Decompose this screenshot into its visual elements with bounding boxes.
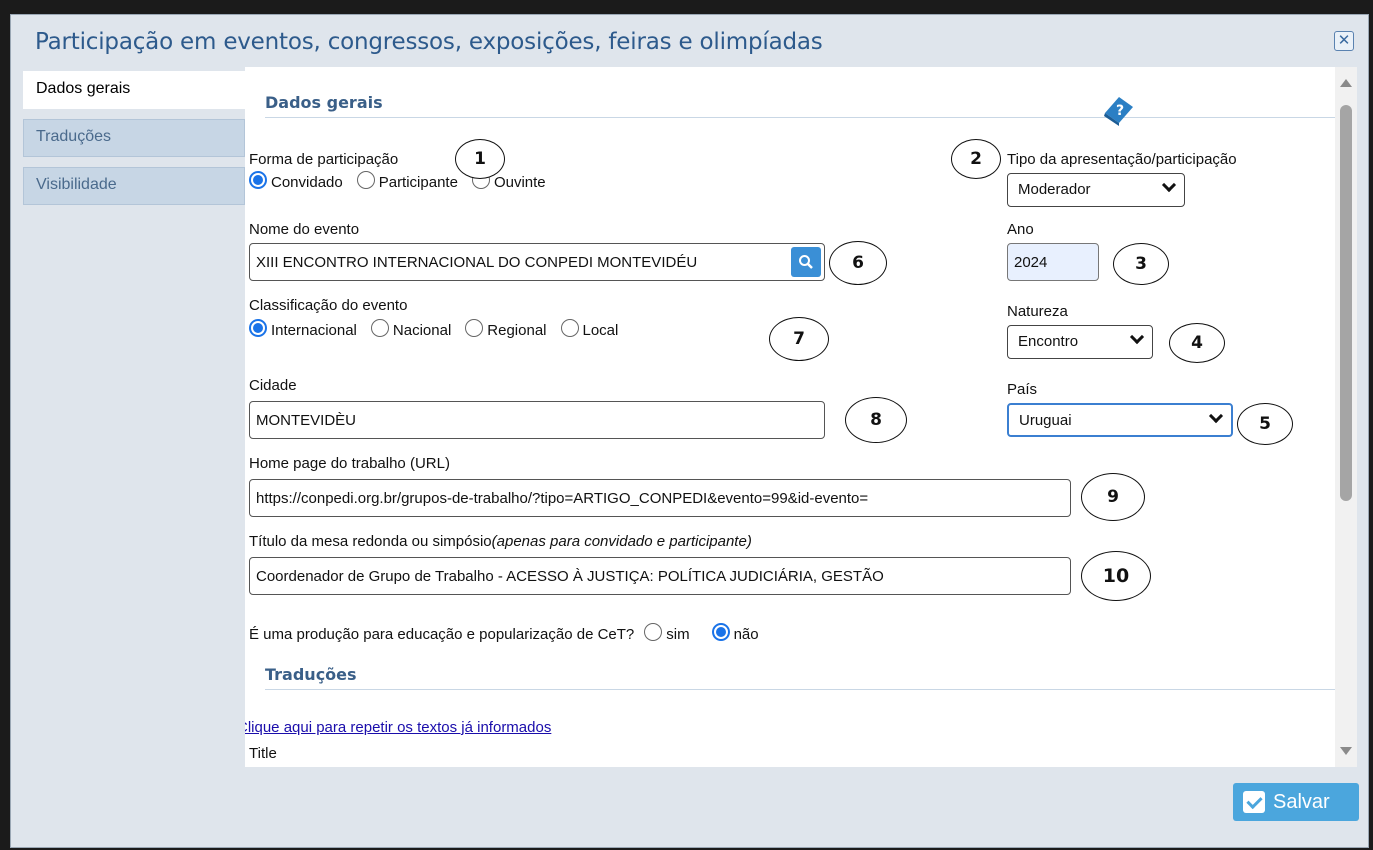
home-page-label: Home page do trabalho (URL) [249, 455, 450, 472]
chevron-down-icon [1161, 177, 1177, 193]
svg-text:?: ? [1116, 103, 1124, 119]
scroll-up-icon[interactable] [1340, 79, 1352, 87]
titulo-mesa-label-wrap: Título da mesa redonda ou simpósio(apena… [249, 533, 752, 550]
radio-sim-label: sim [666, 625, 690, 643]
tab-traducoes[interactable]: Traduções [23, 119, 245, 157]
nome-evento-label: Nome do evento [249, 221, 360, 238]
annotation-badge: 7 [769, 317, 829, 361]
radio-participante[interactable] [356, 171, 375, 189]
chevron-down-icon [1129, 329, 1145, 345]
tipo-select[interactable]: Moderador [1007, 173, 1185, 207]
dialog-title: Participação em eventos, congressos, exp… [35, 29, 823, 55]
pais-select-value: Uruguai [1019, 412, 1072, 429]
chevron-down-icon [1208, 408, 1224, 424]
scroll-down-icon[interactable] [1340, 747, 1352, 755]
cidade-label: Cidade [249, 377, 297, 394]
natureza-label: Natureza [1007, 303, 1068, 320]
radio-participante-label: Participante [378, 173, 458, 191]
titulo-mesa-hint: (apenas para convidado e participante) [491, 533, 752, 550]
tipo-label: Tipo da apresentação/participação [1007, 151, 1237, 168]
annotation-badge: 3 [1113, 243, 1169, 285]
help-icon[interactable]: ? [1101, 93, 1135, 127]
forma-participacao-radios: Convidado Participante Ouvinte [249, 171, 560, 191]
radio-local-label: Local [582, 321, 619, 339]
annotation-badge: 10 [1081, 551, 1151, 601]
check-icon [1243, 791, 1265, 813]
save-button-label: Salvar [1273, 790, 1330, 813]
radio-regional[interactable] [465, 319, 484, 337]
forma-participacao-label: Forma de participação [249, 151, 399, 168]
annotation-badge: 2 [951, 139, 1001, 179]
radio-convidado[interactable] [249, 171, 267, 189]
annotation-badge: 4 [1169, 323, 1225, 363]
radio-nacional[interactable] [370, 319, 389, 337]
natureza-select[interactable]: Encontro [1007, 325, 1153, 359]
ano-input[interactable]: 2024 [1007, 243, 1099, 281]
ano-label: Ano [1007, 221, 1034, 238]
form-content: Dados gerais Forma de participação Convi… [245, 67, 1335, 767]
classificacao-radios: Internacional Nacional Regional Local [249, 319, 632, 339]
natureza-select-value: Encontro [1018, 333, 1079, 350]
tipo-select-value: Moderador [1018, 181, 1091, 198]
save-button[interactable]: Salvar [1233, 783, 1359, 821]
annotation-badge: 9 [1081, 473, 1145, 521]
section-divider [265, 689, 1335, 690]
annotation-badge: 8 [845, 397, 907, 443]
pais-label: País [1007, 381, 1038, 398]
titulo-mesa-label: Título da mesa redonda ou simpósio [249, 533, 492, 550]
educacao-row: É uma produção para educação e populariz… [249, 623, 773, 643]
tab-list: Dados gerais Traduções Visibilidade [23, 71, 245, 215]
scrollbar[interactable] [1335, 67, 1357, 767]
classificacao-label: Classificação do evento [249, 297, 408, 314]
scrollbar-thumb[interactable] [1340, 105, 1352, 501]
radio-ouvinte-label: Ouvinte [493, 173, 546, 191]
radio-internacional[interactable] [249, 319, 267, 337]
home-page-input[interactable]: https://conpedi.org.br/grupos-de-trabalh… [249, 479, 1071, 517]
tab-dados-gerais[interactable]: Dados gerais [23, 71, 245, 109]
radio-local[interactable] [560, 319, 579, 337]
section-traducoes: Traduções [265, 665, 357, 684]
radio-convidado-label: Convidado [271, 173, 343, 191]
title-label: Title [249, 745, 277, 762]
section-dados-gerais: Dados gerais [265, 93, 383, 112]
radio-internacional-label: Internacional [271, 321, 357, 339]
section-divider [265, 117, 1335, 118]
dialog: Participação em eventos, congressos, exp… [10, 14, 1369, 848]
annotation-badge: 6 [829, 241, 887, 285]
pais-select[interactable]: Uruguai [1007, 403, 1233, 437]
dialog-titlebar: Participação em eventos, congressos, exp… [11, 15, 1368, 67]
annotation-badge: 1 [455, 139, 505, 179]
radio-nao[interactable] [711, 623, 730, 641]
radio-nacional-label: Nacional [392, 321, 452, 339]
radio-nao-label: não [733, 625, 759, 643]
annotation-badge: 5 [1237, 403, 1293, 445]
radio-sim[interactable] [644, 623, 663, 641]
close-icon[interactable]: ✕ [1334, 31, 1354, 51]
repeat-texts-link[interactable]: Clique aqui para repetir os textos já in… [245, 719, 551, 736]
tab-visibilidade[interactable]: Visibilidade [23, 167, 245, 205]
nome-evento-input[interactable]: XIII ENCONTRO INTERNACIONAL DO CONPEDI M… [249, 243, 825, 281]
cidade-input[interactable]: MONTEVIDÈU [249, 401, 825, 439]
educacao-label: É uma produção para educação e populariz… [249, 625, 635, 643]
search-icon[interactable] [791, 247, 821, 277]
titulo-mesa-input[interactable]: Coordenador de Grupo de Trabalho - ACESS… [249, 557, 1071, 595]
radio-regional-label: Regional [487, 321, 547, 339]
